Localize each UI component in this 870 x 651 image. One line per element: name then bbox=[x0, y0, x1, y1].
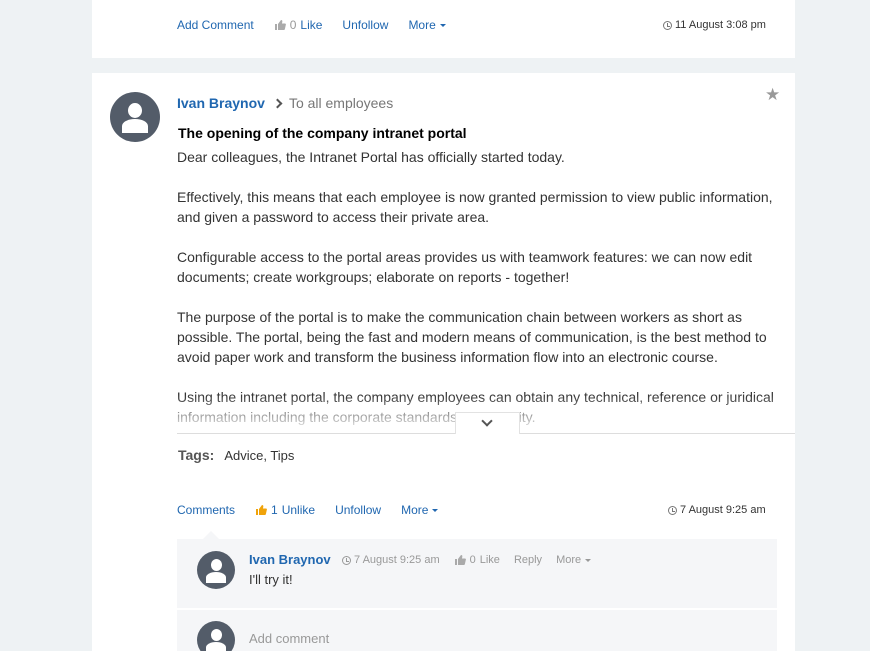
unfollow-link[interactable]: Unfollow bbox=[335, 503, 381, 517]
tags-row: Tags: Advice, Tips bbox=[178, 447, 294, 463]
post-date[interactable]: 7 August 9:25 am bbox=[668, 504, 766, 516]
clock-icon bbox=[668, 505, 677, 515]
post-paragraph: The purpose of the portal is to make the… bbox=[177, 309, 767, 365]
star-icon[interactable]: ★ bbox=[765, 85, 780, 105]
unlike-label: Unlike bbox=[281, 503, 316, 517]
comment-more-label: More bbox=[556, 554, 582, 566]
chevron-right-icon bbox=[272, 98, 283, 108]
commenter-avatar[interactable] bbox=[197, 551, 235, 589]
clock-icon bbox=[663, 20, 672, 30]
clock-icon bbox=[342, 555, 351, 565]
divider bbox=[177, 608, 777, 610]
comments-link[interactable]: Comments bbox=[177, 503, 235, 517]
unlike-button[interactable]: 1 Unlike bbox=[255, 503, 315, 517]
comment-date[interactable]: 7 August 9:25 am bbox=[342, 554, 440, 566]
thumbs-up-icon bbox=[256, 505, 267, 515]
expand-post-button[interactable] bbox=[455, 412, 520, 434]
comment-date-text: 7 August 9:25 am bbox=[354, 554, 440, 566]
like-count: 1 bbox=[271, 503, 278, 517]
chevron-down-icon bbox=[481, 415, 493, 427]
add-comment-link[interactable]: Add Comment bbox=[177, 18, 254, 32]
previous-post-actions: Add Comment 0 Like Unfollow More bbox=[177, 18, 466, 32]
add-comment-input[interactable]: Add comment bbox=[249, 631, 329, 646]
recipient-link[interactable]: To all employees bbox=[289, 95, 393, 111]
reply-link[interactable]: Reply bbox=[514, 554, 542, 566]
post-paragraph: Effectively, this means that each employ… bbox=[177, 189, 773, 225]
comment-like-button[interactable]: 0 Like bbox=[454, 554, 500, 566]
more-label: More bbox=[401, 503, 429, 517]
like-label: Like bbox=[300, 18, 323, 32]
comment-more-menu[interactable]: More bbox=[556, 554, 592, 566]
thumbs-up-icon bbox=[454, 555, 466, 565]
post-header: Ivan Braynov To all employees bbox=[177, 95, 393, 111]
post-paragraph: Configurable access to the portal areas … bbox=[177, 249, 753, 285]
post-card: Ivan Braynov To all employees ★ The open… bbox=[92, 73, 795, 651]
more-menu[interactable]: More bbox=[408, 18, 446, 32]
date-text: 11 August 3:08 pm bbox=[675, 19, 766, 31]
thumbs-up-icon bbox=[274, 20, 286, 30]
author-avatar[interactable] bbox=[110, 92, 160, 142]
caret-down-icon bbox=[439, 23, 446, 27]
comment-author-link[interactable]: Ivan Braynov bbox=[249, 552, 331, 567]
previous-post-card: Add Comment 0 Like Unfollow More 11 Augu… bbox=[92, 0, 795, 58]
more-label: More bbox=[408, 18, 436, 32]
author-name-link[interactable]: Ivan Braynov bbox=[177, 95, 265, 111]
post-body: Dear colleagues, the Intranet Portal has… bbox=[177, 147, 787, 425]
tags-label: Tags: bbox=[178, 447, 215, 463]
current-user-avatar bbox=[197, 621, 235, 651]
previous-post-date[interactable]: 11 August 3:08 pm bbox=[663, 19, 766, 31]
comment-like-count: 0 bbox=[469, 554, 476, 566]
post-actions: Comments 1 Unlike Unfollow More bbox=[177, 503, 458, 517]
comments-section: Ivan Braynov 7 August 9:25 am 0 Like Rep… bbox=[177, 531, 777, 651]
caret-down-icon bbox=[585, 558, 592, 562]
tag-links[interactable]: Advice, Tips bbox=[224, 448, 294, 463]
unfollow-link[interactable]: Unfollow bbox=[342, 18, 388, 32]
comment-text: I'll try it! bbox=[249, 572, 293, 587]
date-text: 7 August 9:25 am bbox=[680, 504, 766, 516]
like-count: 0 bbox=[289, 18, 297, 32]
comment-like-label: Like bbox=[479, 554, 500, 566]
comment-meta: 7 August 9:25 am 0 Like Reply More bbox=[342, 554, 605, 566]
post-paragraph: Dear colleagues, the Intranet Portal has… bbox=[177, 149, 565, 165]
more-menu[interactable]: More bbox=[401, 503, 439, 517]
comment-item: Ivan Braynov 7 August 9:25 am 0 Like Rep… bbox=[177, 539, 777, 609]
like-button[interactable]: 0 Like bbox=[274, 18, 323, 32]
caret-down-icon bbox=[432, 508, 439, 512]
post-title: The opening of the company intranet port… bbox=[178, 125, 467, 141]
